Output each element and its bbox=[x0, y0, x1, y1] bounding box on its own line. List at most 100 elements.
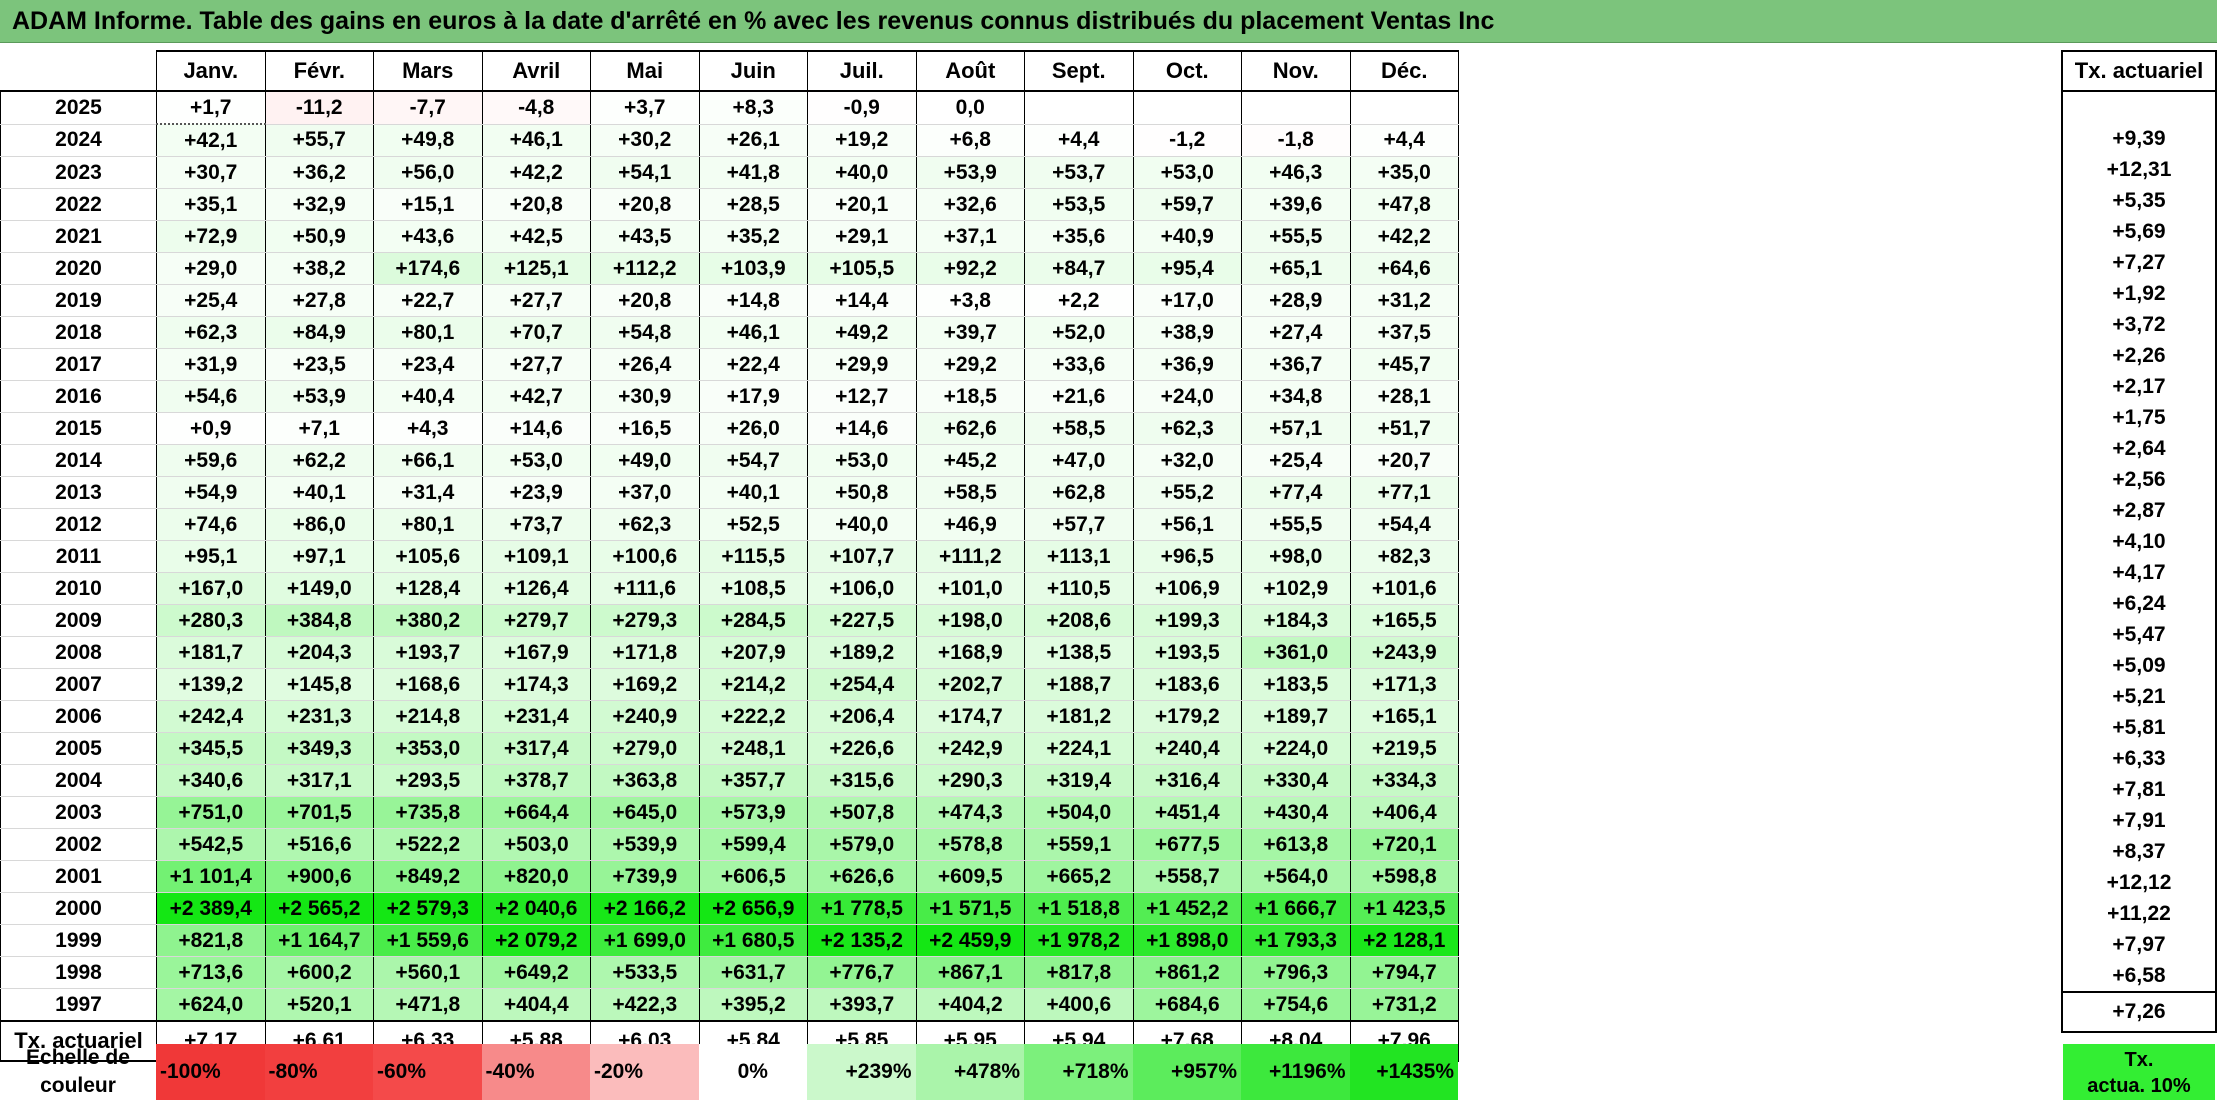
gain-cell: +474,3 bbox=[915, 796, 1025, 829]
gain-cell: +796,3 bbox=[1241, 956, 1351, 989]
year-label: 2003 bbox=[0, 796, 157, 829]
color-scale-swatch: +957% bbox=[1132, 1044, 1241, 1100]
gain-cell: +340,6 bbox=[156, 764, 266, 797]
gain-cell: +179,2 bbox=[1132, 700, 1242, 733]
gain-cell: +677,5 bbox=[1132, 828, 1242, 861]
gain-cell: +400,6 bbox=[1024, 988, 1134, 1022]
gain-cell: +713,6 bbox=[156, 956, 266, 989]
gain-cell: +171,8 bbox=[590, 636, 700, 669]
gain-cell: +208,6 bbox=[1024, 604, 1134, 637]
row-tx-actuariel: +6,33 bbox=[2061, 743, 2217, 774]
gain-cell: +74,6 bbox=[156, 508, 266, 541]
gain-cell: -11,2 bbox=[264, 90, 374, 125]
year-label: 2017 bbox=[0, 348, 157, 381]
color-scale-swatch: +718% bbox=[1024, 1044, 1133, 1100]
gain-cell: +315,6 bbox=[807, 764, 917, 797]
gain-cell: +558,7 bbox=[1132, 860, 1242, 893]
gain-cell: +59,6 bbox=[156, 444, 266, 477]
table-row: 2009 +280,3 +384,8 +380,2 +279,7 +279,3 +284,5… bbox=[0, 604, 1459, 637]
gain-cell: +28,9 bbox=[1241, 284, 1351, 317]
gain-cell: +609,5 bbox=[915, 860, 1025, 893]
year-label: 2024 bbox=[0, 123, 157, 157]
gain-cell: +317,4 bbox=[481, 732, 591, 765]
gain-cell: +45,2 bbox=[915, 444, 1025, 477]
gain-cell: +1 518,8 bbox=[1024, 892, 1134, 925]
gain-cell: +36,7 bbox=[1241, 348, 1351, 381]
gain-cell: +14,6 bbox=[481, 412, 591, 445]
gain-cell: +77,1 bbox=[1349, 476, 1459, 509]
gain-cell: +202,7 bbox=[915, 668, 1025, 701]
gain-cell: +73,7 bbox=[481, 508, 591, 541]
gain-cell: +349,3 bbox=[264, 732, 374, 765]
gain-cell: +520,1 bbox=[264, 988, 374, 1022]
table-row: 2003 +751,0 +701,5 +735,8 +664,4 +645,0 +573,9… bbox=[0, 796, 1459, 829]
gain-cell: +42,2 bbox=[481, 156, 591, 189]
gain-cell: +1 793,3 bbox=[1241, 924, 1351, 957]
gain-cell: +56,1 bbox=[1132, 508, 1242, 541]
table-row: 2015 +0,9 +7,1 +4,3 +14,6 +16,5 +26,0 +14,6 +62,… bbox=[0, 412, 1459, 445]
gain-cell: +2 079,2 bbox=[481, 924, 591, 957]
gain-cell: +59,7 bbox=[1132, 188, 1242, 221]
gain-cell: +2 579,3 bbox=[373, 892, 483, 925]
gain-cell: +14,8 bbox=[698, 284, 808, 317]
gain-cell: +422,3 bbox=[590, 988, 700, 1022]
gain-cell: +243,9 bbox=[1349, 636, 1459, 669]
gain-cell: +17,9 bbox=[698, 380, 808, 413]
gain-cell: +578,8 bbox=[915, 828, 1025, 861]
gain-cell: +40,4 bbox=[373, 380, 483, 413]
gain-cell: +317,1 bbox=[264, 764, 374, 797]
year-label: 2016 bbox=[0, 380, 157, 413]
gain-cell: +57,7 bbox=[1024, 508, 1134, 541]
gain-cell: +573,9 bbox=[698, 796, 808, 829]
gain-cell: +751,0 bbox=[156, 796, 266, 829]
gain-cell: +613,8 bbox=[1241, 828, 1351, 861]
gain-cell: +334,3 bbox=[1349, 764, 1459, 797]
row-tx-actuariel: +2,87 bbox=[2061, 495, 2217, 526]
gain-cell: +40,0 bbox=[807, 156, 917, 189]
gain-cell: +62,2 bbox=[264, 444, 374, 477]
gain-cell: +1 898,0 bbox=[1132, 924, 1242, 957]
year-label: 2007 bbox=[0, 668, 157, 701]
gain-cell: +38,9 bbox=[1132, 316, 1242, 349]
row-tx-actuariel: +7,27 bbox=[2061, 247, 2217, 278]
gain-cell: +98,0 bbox=[1241, 540, 1351, 573]
gain-cell: +606,5 bbox=[698, 860, 808, 893]
gain-cell: +27,8 bbox=[264, 284, 374, 317]
month-header: Août bbox=[915, 50, 1025, 92]
gain-cell: +53,0 bbox=[807, 444, 917, 477]
gain-cell: +404,2 bbox=[915, 988, 1025, 1022]
gain-cell: +105,6 bbox=[373, 540, 483, 573]
gain-cell: +319,4 bbox=[1024, 764, 1134, 797]
row-tx-actuariel: +5,69 bbox=[2061, 216, 2217, 247]
gain-cell: +720,1 bbox=[1349, 828, 1459, 861]
gain-cell: +40,1 bbox=[698, 476, 808, 509]
gains-table: Janv. Févr. Mars Avril Mai Juin Juil. Août Sept.… bbox=[0, 50, 1459, 1062]
gain-cell: +96,5 bbox=[1132, 540, 1242, 573]
gain-cell: +2 565,2 bbox=[264, 892, 374, 925]
gain-cell: +2 040,6 bbox=[481, 892, 591, 925]
year-label: 2014 bbox=[0, 444, 157, 477]
gain-cell: +23,4 bbox=[373, 348, 483, 381]
gain-cell: +624,0 bbox=[156, 988, 266, 1022]
gain-cell: +42,5 bbox=[481, 220, 591, 253]
gain-cell: +198,0 bbox=[915, 604, 1025, 637]
gain-cell: +363,8 bbox=[590, 764, 700, 797]
month-header: Mai bbox=[590, 50, 700, 92]
gain-cell: +4,3 bbox=[373, 412, 483, 445]
gain-cell: +1,7 bbox=[156, 90, 266, 125]
gain-cell: +32,6 bbox=[915, 188, 1025, 221]
year-label: 2002 bbox=[0, 828, 157, 861]
gain-cell: -1,2 bbox=[1132, 123, 1242, 157]
table-row: 2023 +30,7 +36,2 +56,0 +42,2 +54,1 +41,8 +40,0 +… bbox=[0, 156, 1459, 189]
gain-cell: +183,5 bbox=[1241, 668, 1351, 701]
gain-cell: +35,2 bbox=[698, 220, 808, 253]
gain-cell: +111,6 bbox=[590, 572, 700, 605]
gain-cell bbox=[1349, 90, 1459, 125]
row-tx-actuariel: +12,12 bbox=[2061, 867, 2217, 898]
gain-cell: +193,7 bbox=[373, 636, 483, 669]
table-row: 2018 +62,3 +84,9 +80,1 +70,7 +54,8 +46,1 +49,2 +… bbox=[0, 316, 1459, 349]
gain-cell: +31,9 bbox=[156, 348, 266, 381]
gain-cell: +242,4 bbox=[156, 700, 266, 733]
row-tx-actuariel: +11,22 bbox=[2061, 898, 2217, 929]
gain-cell: +56,0 bbox=[373, 156, 483, 189]
